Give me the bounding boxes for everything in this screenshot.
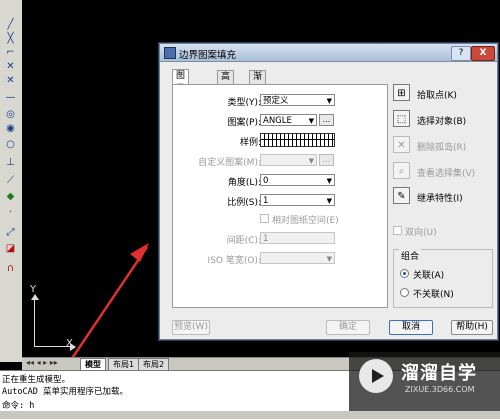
composition-group: 组合 关联(A) 不关联(N) bbox=[393, 249, 493, 308]
type-label: 类型(Y): bbox=[227, 98, 261, 108]
tab-hatch[interactable]: 图案填充 bbox=[172, 69, 190, 120]
angle-select[interactable]: 0 ▼ bbox=[260, 174, 335, 186]
view-selections-icon: ⌕ bbox=[393, 162, 410, 179]
line-tool-icon[interactable]: ╱ bbox=[3, 18, 18, 31]
iso-pen-select[interactable]: ▼ bbox=[260, 252, 335, 264]
spacing-input[interactable]: 1 bbox=[260, 232, 335, 244]
chevron-down-icon: ▼ bbox=[308, 117, 314, 125]
hatch-tool-icon[interactable]: · bbox=[3, 206, 18, 219]
custom-pattern-browse-button[interactable]: ... bbox=[319, 154, 334, 166]
dialog-app-icon bbox=[164, 47, 176, 59]
circle-tool-icon[interactable]: ◎ bbox=[3, 108, 18, 121]
pattern-browse-button[interactable]: ... bbox=[319, 114, 334, 126]
pattern-sample-preview[interactable] bbox=[260, 133, 335, 147]
watermark-name: 溜溜自学 bbox=[401, 363, 477, 384]
cancel-button[interactable]: 取消 bbox=[389, 320, 433, 335]
construction-line-icon[interactable]: ╳ bbox=[3, 32, 18, 45]
angle-label: 角度(L): bbox=[227, 178, 261, 188]
spacing-label: 间距(C): bbox=[226, 236, 261, 246]
associative-label: 关联(A) bbox=[413, 271, 445, 281]
command-history-line: AutoCAD 菜单实用程序已加载。 bbox=[2, 387, 128, 397]
ok-button[interactable]: 确定 bbox=[326, 320, 370, 335]
dialog-title: 边界图案填充 bbox=[179, 50, 237, 61]
spline-tool-icon[interactable]: ◉ bbox=[3, 122, 18, 135]
tab-advanced[interactable]: 高级 bbox=[217, 70, 235, 95]
draw-toolbar: ╱ ╳ ⌐ ✕ ✕ — ◎ ◉ ○ ⊥ ⟋ ◆ · ⤢ ◪ ∩ bbox=[0, 0, 23, 362]
inherit-properties-icon: ✎ bbox=[393, 187, 410, 204]
sample-label: 样例: bbox=[239, 138, 261, 148]
pick-points-icon: ⊞ bbox=[393, 84, 410, 101]
custom-pattern-select[interactable]: ▼ bbox=[260, 154, 317, 166]
ellipse-tool-icon[interactable]: ○ bbox=[3, 138, 18, 151]
custom-pattern-label: 自定义图案(M): bbox=[198, 158, 261, 168]
associative-radio[interactable] bbox=[400, 269, 409, 278]
status-bar bbox=[0, 411, 500, 419]
multiline-text-icon[interactable]: ∩ bbox=[3, 262, 18, 275]
chevron-down-icon: ▼ bbox=[326, 97, 332, 105]
select-objects-icon: ⬚ bbox=[393, 110, 410, 127]
remove-islands-icon: ✕ bbox=[393, 136, 410, 153]
iso-pen-label: ISO 笔宽(O): bbox=[207, 256, 261, 266]
pattern-label: 图案(P): bbox=[227, 118, 261, 128]
nonassociative-radio[interactable] bbox=[400, 288, 409, 297]
command-history-line: 正在重生成模型。 bbox=[2, 375, 71, 385]
chevron-down-icon: ▼ bbox=[308, 157, 314, 165]
scale-label: 比例(S): bbox=[227, 198, 261, 208]
watermark-url: ZIXUE.3D66.COM bbox=[405, 385, 475, 394]
type-select[interactable]: 预定义 ▼ bbox=[260, 94, 335, 106]
make-block-icon[interactable]: ⟋ bbox=[3, 174, 18, 187]
dialog-titlebar[interactable]: 边界图案填充 ? X bbox=[160, 44, 497, 62]
table-tool-icon[interactable]: ◪ bbox=[3, 242, 18, 255]
polygon-tool-icon[interactable]: ✕ bbox=[3, 60, 18, 73]
insert-block-icon[interactable]: ⊥ bbox=[3, 156, 18, 169]
ucs-y-label: Y bbox=[30, 284, 37, 295]
scale-select[interactable]: 1 ▼ bbox=[260, 194, 335, 206]
help-dialog-button[interactable]: 帮助(H) bbox=[451, 320, 493, 335]
double-label: 双向(U) bbox=[405, 228, 437, 238]
watermark: 溜溜自学 ZIXUE.3D66.COM bbox=[349, 352, 500, 411]
ucs-x-label: X bbox=[66, 338, 73, 349]
relative-paperspace-checkbox[interactable] bbox=[260, 214, 269, 223]
tab-nav-arrows-icon[interactable]: ◂◂ ◂ ▸ ▸▸ bbox=[26, 358, 58, 367]
boundary-hatch-dialog: 边界图案填充 ? X 图案填充 高级 渐变色 类型(Y): 预定义▼ 图案(P)… bbox=[159, 43, 498, 340]
arc-tool-icon[interactable]: — bbox=[3, 91, 18, 104]
nonassociative-label: 不关联(N) bbox=[413, 290, 454, 300]
play-logo-icon bbox=[359, 359, 393, 393]
relative-paperspace-label: 相对图纸空间(E) bbox=[272, 216, 339, 226]
double-checkbox[interactable] bbox=[393, 226, 402, 235]
chevron-down-icon: ▼ bbox=[326, 255, 332, 263]
preview-button[interactable]: 预览(W) bbox=[172, 320, 210, 335]
rectangle-tool-icon[interactable]: ✕ bbox=[3, 74, 18, 87]
composition-title: 组合 bbox=[399, 249, 422, 262]
point-tool-icon[interactable]: ◆ bbox=[3, 190, 18, 203]
pattern-select[interactable]: ANGLE ▼ bbox=[260, 114, 317, 126]
chevron-down-icon: ▼ bbox=[326, 177, 332, 185]
command-prompt[interactable]: 命令: h bbox=[2, 399, 34, 411]
help-button[interactable]: ? bbox=[451, 46, 471, 61]
hatch-panel: 类型(Y): 预定义 ▼ 图案(P): ANGLE ▼ ... 样例: 自定义图案(… bbox=[172, 84, 388, 308]
close-button[interactable]: X bbox=[471, 46, 495, 61]
region-tool-icon[interactable]: ⤢ bbox=[3, 226, 18, 239]
chevron-down-icon: ▼ bbox=[326, 197, 332, 205]
tab-gradient[interactable]: 渐变色 bbox=[249, 70, 267, 108]
polyline-tool-icon[interactable]: ⌐ bbox=[3, 46, 18, 59]
